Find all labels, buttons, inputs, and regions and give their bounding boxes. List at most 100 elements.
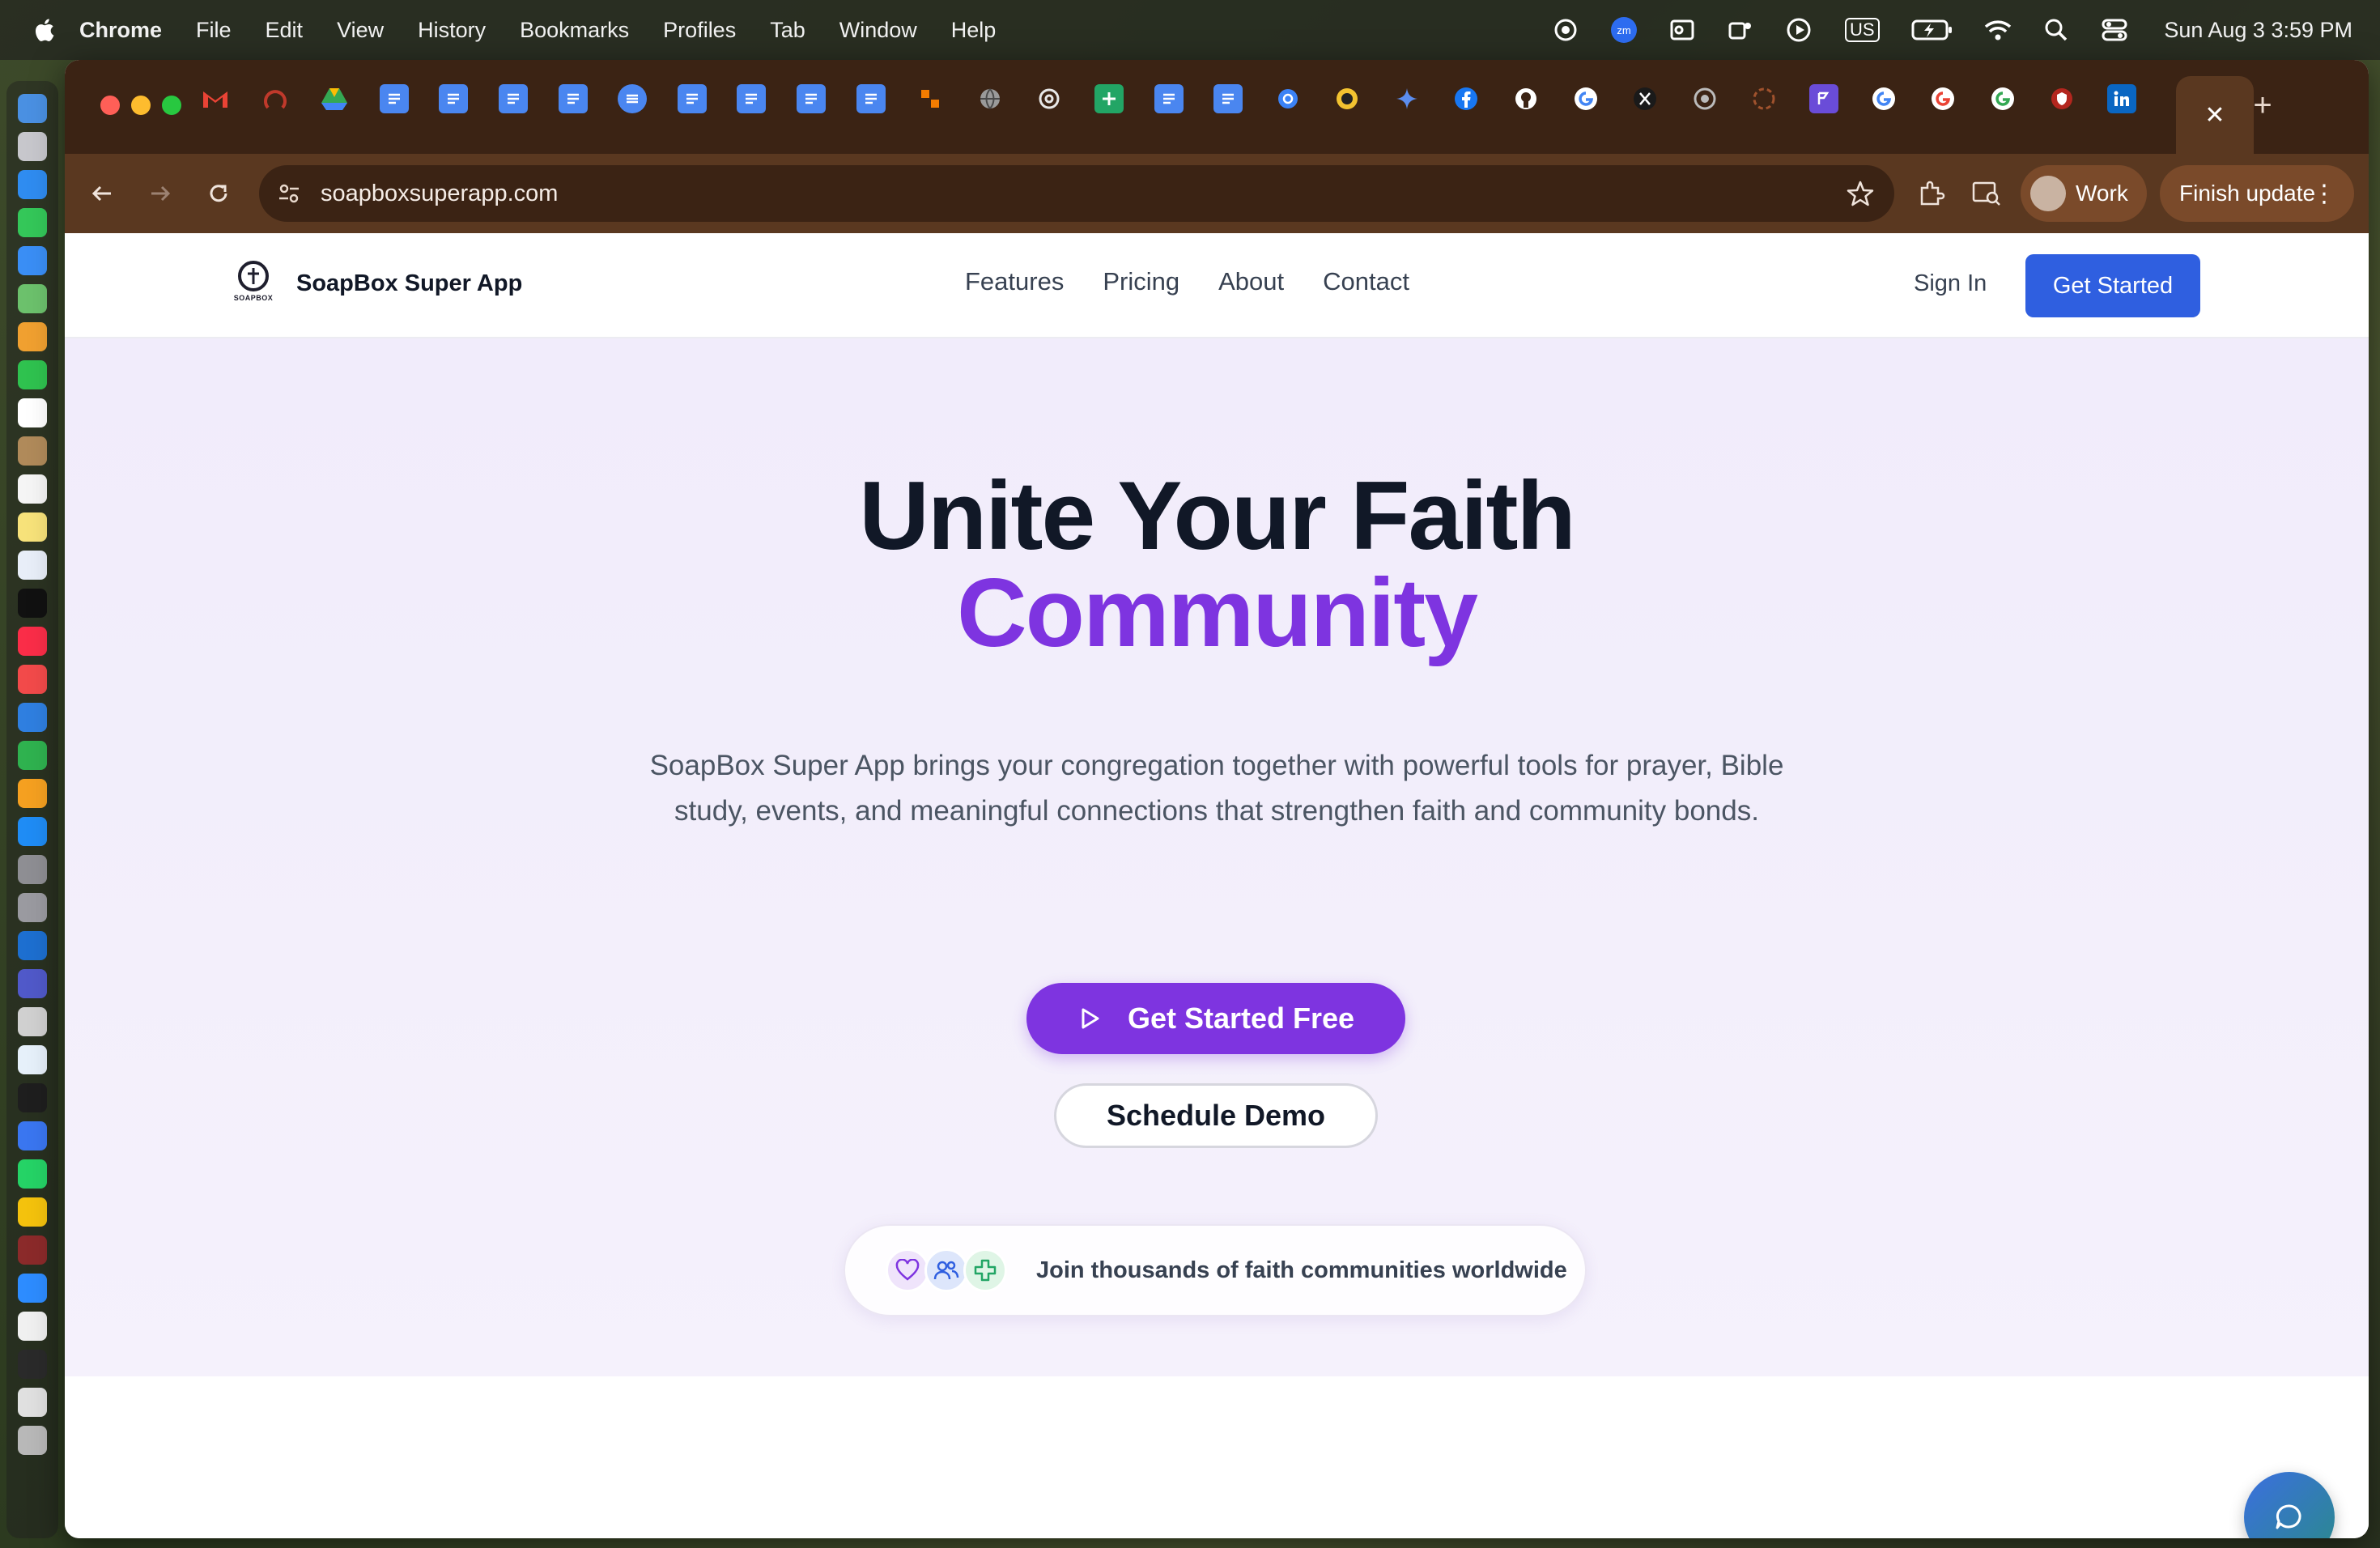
window-close-button[interactable] <box>100 96 120 115</box>
system-settings-app-icon[interactable] <box>18 854 47 884</box>
teams-app-icon[interactable] <box>18 968 47 998</box>
get-started-free-button[interactable]: Get Started Free <box>1026 983 1405 1054</box>
dictionary-app-icon[interactable] <box>18 1235 47 1265</box>
url-text[interactable]: soapboxsuperapp.com <box>321 181 558 207</box>
screen-share-icon[interactable] <box>1552 16 1579 44</box>
tab-google-3[interactable] <box>1928 84 1957 113</box>
freeform-app-icon[interactable] <box>18 550 47 580</box>
address-bar[interactable]: soapboxsuperapp.com <box>259 165 1894 222</box>
app-store-app-icon[interactable] <box>18 816 47 846</box>
tab-google-2[interactable] <box>1869 84 1898 113</box>
maps-app-icon[interactable] <box>18 283 47 313</box>
tab-x-twitter[interactable] <box>1630 84 1660 113</box>
remote-desktop-app-icon[interactable] <box>18 1006 47 1036</box>
tab-google-docs-7[interactable] <box>796 84 826 113</box>
menu-bookmarks[interactable]: Bookmarks <box>520 18 629 43</box>
menu-profiles[interactable]: Profiles <box>663 18 736 43</box>
reminders-app-icon[interactable] <box>18 474 47 504</box>
tab-google-docs-5[interactable] <box>677 84 707 113</box>
notes-app-icon[interactable] <box>18 512 47 542</box>
tab-grey-circle[interactable] <box>1690 84 1719 113</box>
keynote-app-icon[interactable] <box>18 702 47 732</box>
facetime-app-icon[interactable] <box>18 359 47 389</box>
schedule-demo-button[interactable]: Schedule Demo <box>1054 1083 1378 1148</box>
nav-features[interactable]: Features <box>965 267 1064 296</box>
news-app-icon[interactable] <box>18 664 47 694</box>
tab-google-docs-2[interactable] <box>439 84 469 113</box>
mail-app-icon[interactable] <box>18 245 47 275</box>
tab-globe[interactable] <box>975 84 1005 113</box>
calendar-app-icon[interactable] <box>18 398 47 427</box>
tab-google-docs-6[interactable] <box>737 84 767 113</box>
tab-chatgpt[interactable] <box>1035 84 1064 113</box>
tab-google-docs-1[interactable] <box>379 84 409 113</box>
spotlight-search-icon[interactable] <box>2042 16 2070 44</box>
chrome-app-icon[interactable] <box>18 1197 47 1227</box>
tv-app-icon[interactable] <box>18 588 47 618</box>
photos-app-icon[interactable] <box>18 321 47 351</box>
forward-button[interactable] <box>139 172 181 215</box>
downloads-stack-icon[interactable] <box>18 1387 47 1417</box>
menu-help[interactable]: Help <box>951 18 997 43</box>
sign-in-link[interactable]: Sign In <box>1914 270 1987 297</box>
trash-icon[interactable] <box>18 1425 47 1455</box>
back-button[interactable] <box>81 172 123 215</box>
menu-tab[interactable]: Tab <box>770 18 805 43</box>
outlook-app-icon[interactable] <box>18 930 47 960</box>
extensions-puzzle-icon[interactable] <box>1914 175 1949 211</box>
header-get-started-button[interactable]: Get Started <box>2025 254 2200 317</box>
window-minimize-button[interactable] <box>131 96 151 115</box>
tab-loading[interactable] <box>1749 84 1779 113</box>
tab-facebook[interactable] <box>1451 84 1481 113</box>
menu-edit[interactable]: Edit <box>266 18 304 43</box>
safari-app-icon[interactable] <box>18 169 47 199</box>
tab-google-1[interactable] <box>1571 84 1600 113</box>
whatsapp-app-icon[interactable] <box>18 1159 47 1189</box>
keyboard-layout-indicator[interactable]: US <box>1843 16 1881 44</box>
menu-history[interactable]: History <box>418 18 486 43</box>
outlook-icon[interactable] <box>1668 16 1696 44</box>
zoom-icon[interactable]: zm <box>1610 16 1638 44</box>
menu-app-chrome[interactable]: Chrome <box>79 18 162 43</box>
tab-gemini[interactable] <box>1392 84 1422 113</box>
tab-search-icon[interactable] <box>1969 175 2004 211</box>
tab-google-docs-8[interactable] <box>856 84 886 113</box>
profile-button[interactable]: Work <box>2021 165 2147 222</box>
chat-widget-button[interactable] <box>2244 1472 2335 1538</box>
tab-google-sheets[interactable] <box>1094 84 1124 113</box>
tab-coin[interactable] <box>1332 84 1362 113</box>
wifi-icon[interactable] <box>1984 16 2012 44</box>
nav-about[interactable]: About <box>1218 267 1284 296</box>
tab-linkedin[interactable] <box>2107 84 2136 113</box>
tab-google-drive[interactable] <box>320 84 349 113</box>
tab-red-arc[interactable] <box>261 84 290 113</box>
tab-google-docs-4[interactable] <box>558 84 588 113</box>
tab-purple-app[interactable] <box>1809 84 1839 113</box>
launchpad-app-icon[interactable] <box>18 131 47 161</box>
window-maximize-button[interactable] <box>162 96 181 115</box>
control-center-icon[interactable] <box>2101 16 2128 44</box>
iphone-mirroring-app-icon[interactable] <box>18 892 47 922</box>
numbers-app-icon[interactable] <box>18 740 47 770</box>
menubar-clock[interactable]: Sun Aug 3 3:59 PM <box>2164 18 2352 43</box>
messages-app-icon[interactable] <box>18 207 47 237</box>
battery-icon[interactable] <box>1911 16 1953 44</box>
bookmark-star-icon[interactable] <box>1846 179 1875 208</box>
pages-app-icon[interactable] <box>18 778 47 808</box>
zoom-app-icon[interactable] <box>18 1273 47 1303</box>
menu-view[interactable]: View <box>337 18 384 43</box>
tab-github[interactable] <box>1511 84 1541 113</box>
music-app-icon[interactable] <box>18 626 47 656</box>
site-settings-icon[interactable] <box>275 180 303 207</box>
tab-circle-docs[interactable] <box>618 84 648 113</box>
tab-orange-blocks[interactable] <box>916 84 945 113</box>
preview-app-icon[interactable] <box>18 1044 47 1074</box>
tab-google-docs-9[interactable] <box>1154 84 1184 113</box>
soapbox-logo[interactable]: SOAPBOX <box>230 261 277 309</box>
screenshot-thumbnail-icon[interactable] <box>18 1349 47 1379</box>
menu-window[interactable]: Window <box>839 18 917 43</box>
signal-app-icon[interactable] <box>18 1121 47 1150</box>
play-icon[interactable] <box>1785 16 1813 44</box>
reload-button[interactable] <box>198 172 240 215</box>
tab-google-docs-3[interactable] <box>498 84 528 113</box>
